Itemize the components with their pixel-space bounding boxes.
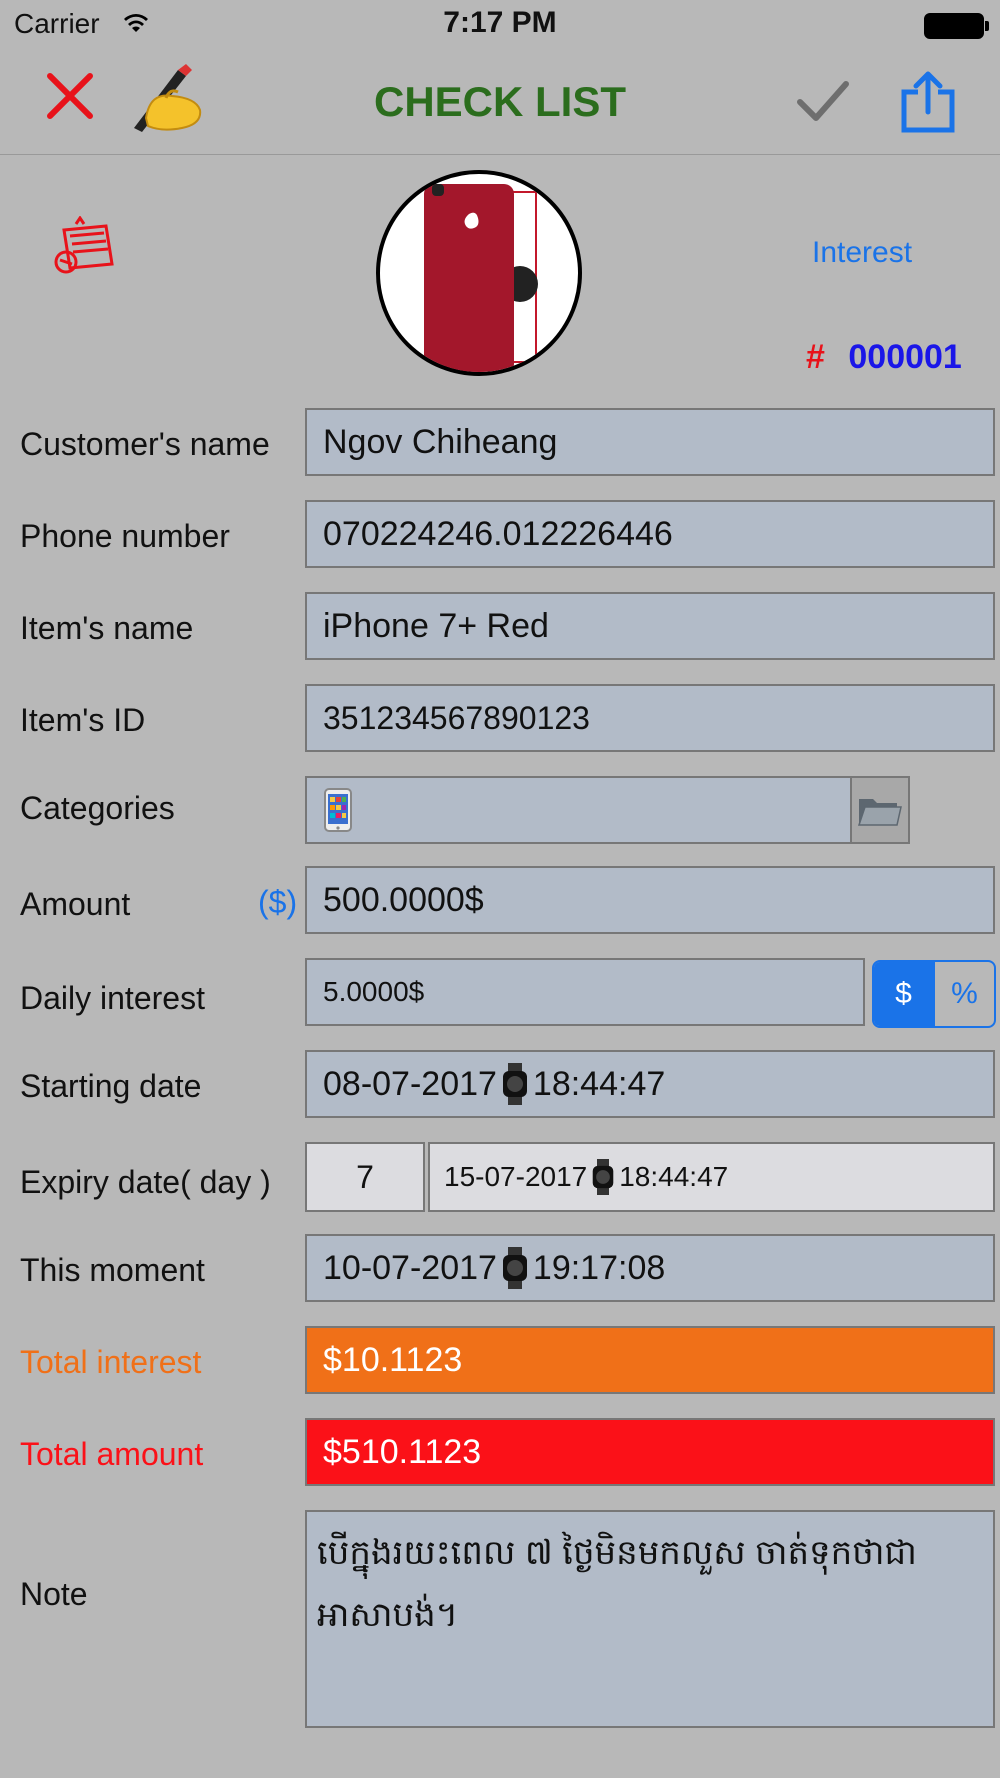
navigation-bar: CHECK LIST: [0, 50, 1000, 155]
starting-date-label: Starting date: [20, 1068, 202, 1104]
categories-field[interactable]: [305, 776, 853, 844]
battery-icon: [924, 13, 989, 39]
expiry-days-field[interactable]: 7: [305, 1142, 425, 1212]
customer-name-label: Customer's name: [20, 426, 270, 462]
folder-button[interactable]: [850, 776, 910, 844]
interest-link[interactable]: Interest: [812, 236, 912, 270]
phone-image: [424, 184, 538, 372]
status-bar: Carrier 7:17 PM: [0, 0, 1000, 50]
number-prefix: #: [806, 338, 825, 376]
item-id-field[interactable]: 351234567890123: [305, 684, 995, 752]
expiry-date-label: Expiry date( day ): [20, 1164, 271, 1200]
daily-interest-field[interactable]: 5.0000$: [305, 958, 865, 1026]
note-field[interactable]: បើក្នុងរយះពេល ៧ ថ្ងៃមិនមកលួស ចាត់ទុកថាជា…: [305, 1510, 995, 1728]
folder-icon: [857, 799, 902, 826]
checkmark-icon[interactable]: [796, 80, 850, 122]
record-number: # 000001: [806, 338, 962, 377]
smartphone-icon: [324, 788, 352, 832]
expiry-date-value: 15-07-2017: [444, 1161, 588, 1192]
share-icon[interactable]: [900, 70, 956, 134]
clock-time: 7:17 PM: [443, 6, 557, 39]
categories-label: Categories: [20, 790, 175, 826]
phone-number-field[interactable]: 070224246.012226446: [305, 500, 995, 568]
phone-number-label: Phone number: [20, 518, 230, 554]
amount-field[interactable]: 500.0000$: [305, 866, 995, 934]
page-title: CHECK LIST: [374, 78, 626, 125]
item-id-label: Item's ID: [20, 702, 146, 738]
expiry-time-value: 18:44:47: [619, 1161, 729, 1192]
watch-icon: [502, 1063, 527, 1105]
starting-date-field[interactable]: 08-07-2017 18:44:47: [305, 1050, 995, 1118]
watch-icon: [592, 1159, 614, 1195]
watch-icon: [502, 1247, 527, 1289]
number-value: 000001: [848, 338, 962, 376]
total-amount-label: Total amount: [20, 1436, 204, 1472]
total-amount-field: $510.1123: [305, 1418, 995, 1486]
total-interest-field: $10.1123: [305, 1326, 995, 1394]
currency-label[interactable]: ($): [258, 884, 297, 921]
this-moment-field: 10-07-2017 19:17:08: [305, 1234, 995, 1302]
item-name-label: Item's name: [20, 610, 194, 646]
expiry-date-field[interactable]: 15-07-2017 18:44:47: [428, 1142, 995, 1212]
bill-icon[interactable]: [48, 216, 120, 280]
toggle-percent[interactable]: %: [933, 962, 994, 1026]
item-name-field[interactable]: iPhone 7+ Red: [305, 592, 995, 660]
moment-time-value: 19:17:08: [532, 1248, 666, 1287]
starting-date-value: 08-07-2017: [323, 1064, 497, 1103]
amount-label: Amount: [20, 886, 131, 922]
note-label: Note: [20, 1576, 88, 1612]
this-moment-label: This moment: [20, 1252, 205, 1288]
daily-interest-label: Daily interest: [20, 980, 205, 1016]
product-photo[interactable]: [376, 170, 582, 376]
moment-date-value: 10-07-2017: [323, 1248, 497, 1287]
customer-name-field[interactable]: Ngov Chiheang: [305, 408, 995, 476]
interest-type-toggle: $ %: [872, 960, 996, 1028]
starting-time-value: 18:44:47: [532, 1064, 666, 1103]
toggle-dollar[interactable]: $: [874, 962, 933, 1026]
total-interest-label: Total interest: [20, 1344, 202, 1380]
